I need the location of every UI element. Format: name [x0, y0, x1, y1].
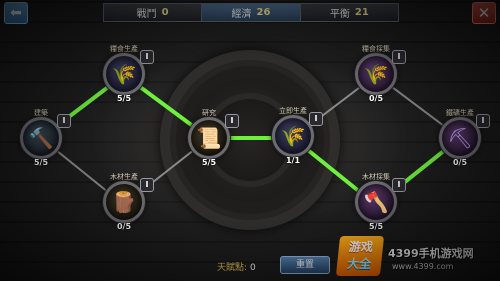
- reset-button[interactable]: 重置: [280, 256, 330, 274]
- node-progress: 0/5: [452, 158, 468, 167]
- talent-category-tabs: 戰鬥 0 經濟 26 平衡 21: [103, 3, 399, 22]
- node-progress: 0/5: [368, 94, 384, 103]
- node-progress: 5/5: [368, 222, 384, 231]
- talent-node-wood-production[interactable]: 木材生產 🪵 I 0/5: [99, 172, 154, 232]
- level-badge: I: [309, 112, 323, 126]
- talent-node-research[interactable]: 研究 📜 I 5/5: [184, 108, 239, 168]
- tab-points: 21: [354, 7, 369, 18]
- ore-cart-icon: ⛏: [439, 117, 481, 159]
- tab-label: 平衡: [329, 9, 350, 20]
- watermark-url: www.4399.com: [392, 262, 454, 271]
- hammer-icon: 🔨: [20, 117, 62, 159]
- talent-links: [39, 73, 462, 207]
- tab-combat[interactable]: 戰鬥 0: [104, 4, 203, 21]
- level-badge: I: [476, 114, 490, 128]
- node-progress: 1/1: [285, 156, 301, 165]
- node-progress: 0/5: [116, 222, 132, 231]
- tab-label: 戰鬥: [136, 9, 157, 20]
- level-badge: I: [392, 50, 406, 64]
- tab-label: 經濟: [231, 9, 252, 20]
- node-progress: 5/5: [33, 158, 49, 167]
- wood-chest-icon: 🪵: [103, 181, 145, 223]
- talent-node-building[interactable]: 建築 🔨 I 5/5: [16, 108, 71, 168]
- node-progress: 5/5: [116, 94, 132, 103]
- talent-points-value: 0: [250, 263, 256, 273]
- axe-icon: 🪓: [355, 181, 397, 223]
- level-badge: I: [57, 114, 71, 128]
- watermark-logo-line1: 游戏: [348, 240, 374, 254]
- close-button[interactable]: ✕: [472, 2, 496, 24]
- node-progress: 5/5: [201, 158, 217, 167]
- talent-points-label: 天賦點:: [217, 263, 248, 273]
- talent-points: 天賦點: 0: [217, 260, 256, 273]
- talent-node-iron-production[interactable]: 鐵礦生產 ⛏ I 0/5: [435, 108, 490, 168]
- level-badge: I: [140, 178, 154, 192]
- sickle-icon: 🌾: [355, 53, 397, 95]
- tab-points: 26: [256, 7, 271, 18]
- level-badge: I: [140, 50, 154, 64]
- tab-economy[interactable]: 經濟 26: [202, 4, 301, 21]
- scroll-icon: 📜: [188, 117, 230, 159]
- tab-points: 0: [161, 7, 169, 18]
- back-arrow-icon: ⬅: [10, 5, 22, 21]
- talent-node-instant-production[interactable]: 立即生產 🌾 I 1/1: [268, 106, 323, 166]
- watermark-logo-line2: 大全: [346, 257, 372, 271]
- wheat-icon: 🌾: [103, 53, 145, 95]
- talent-node-food-production[interactable]: 糧食生產 🌾 I 5/5: [99, 44, 154, 104]
- close-icon: ✕: [477, 4, 491, 22]
- talent-tree-screen: 建築 🔨 I 5/5 糧食生產 🌾 I 5/5 木材生產 🪵 I 0/5 研究 …: [0, 0, 500, 281]
- watermark-logo: 游戏 大全: [335, 236, 385, 276]
- level-badge: I: [225, 114, 239, 128]
- talent-node-wood-gathering[interactable]: 木材採集 🪓 I 5/5: [351, 172, 406, 232]
- talent-node-food-gathering[interactable]: 糧食採集 🌾 I 0/5: [351, 44, 406, 104]
- level-badge: I: [392, 178, 406, 192]
- golden-wheat-icon: 🌾: [272, 115, 314, 157]
- back-button[interactable]: ⬅: [4, 2, 28, 24]
- tab-balance[interactable]: 平衡 21: [300, 4, 398, 21]
- watermark-brand: 4399手机游戏网: [388, 247, 474, 260]
